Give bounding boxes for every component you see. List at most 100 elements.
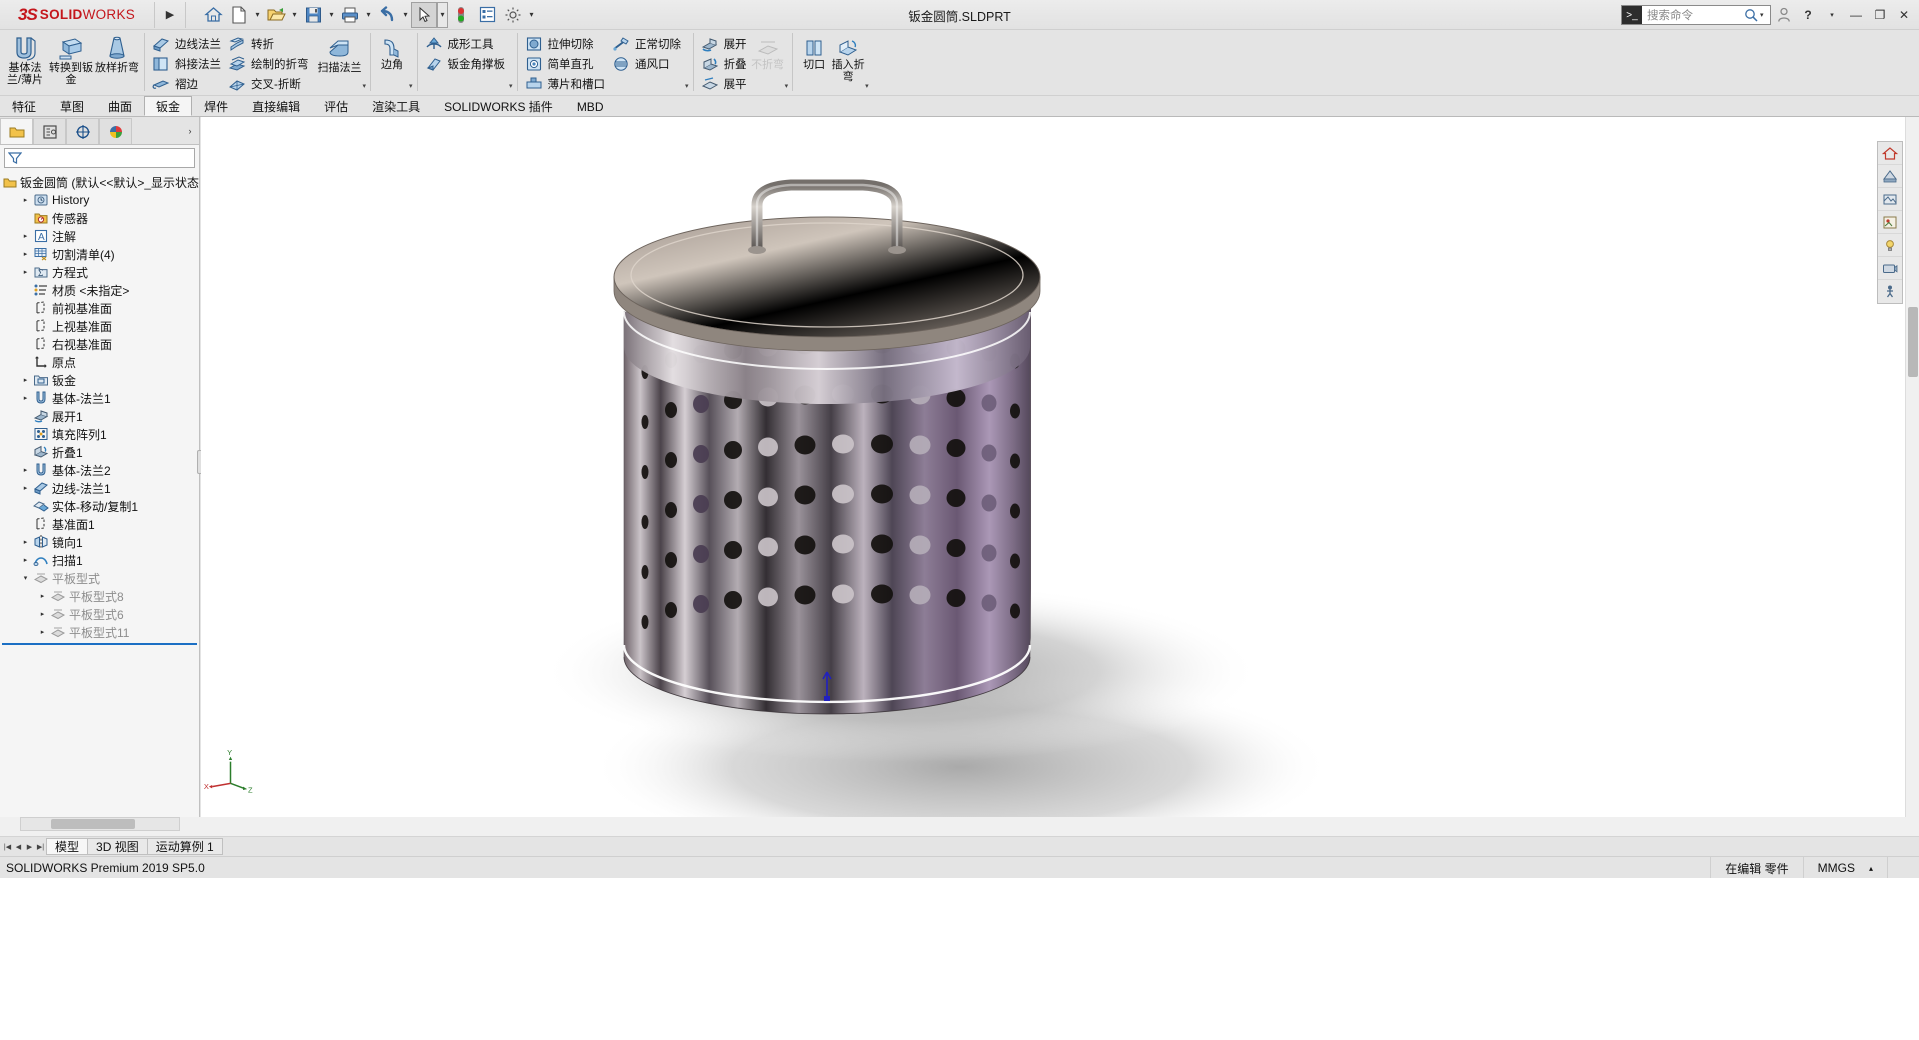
- viewport-vertical-scrollbar[interactable]: [1905, 117, 1919, 817]
- ribbon-group-overflow-icon[interactable]: ▾: [685, 82, 689, 90]
- walkthrough-icon[interactable]: [1878, 280, 1902, 303]
- ribbon-group-overflow-icon[interactable]: ▾: [865, 82, 869, 90]
- ribbon-button-forming-tool[interactable]: 成形工具: [422, 34, 510, 54]
- ribbon-button-hem[interactable]: 褶边: [149, 74, 225, 94]
- collapse-arrow-icon[interactable]: ▾: [19, 569, 32, 587]
- undo-icon[interactable]: [374, 2, 400, 28]
- ribbon-button-simple-hole[interactable]: 简单直孔: [522, 54, 610, 74]
- expand-arrow-icon[interactable]: ▸: [36, 587, 49, 605]
- rebuild-icon[interactable]: [448, 2, 474, 28]
- gear-dropdown[interactable]: ▾: [526, 2, 537, 28]
- configuration-manager-tab[interactable]: [66, 118, 99, 144]
- search-input[interactable]: 搜索命令: [1642, 7, 1742, 23]
- tab-solidworks-addins[interactable]: SOLIDWORKS 插件: [432, 96, 565, 116]
- feature-tree-item[interactable]: ▸平板型式11: [2, 623, 199, 641]
- ribbon-group-overflow-icon[interactable]: ▾: [785, 82, 789, 90]
- tab-nav-prev[interactable]: ◀: [13, 839, 24, 855]
- ribbon-button-vent[interactable]: 通风口: [609, 54, 685, 74]
- status-units-caret[interactable]: ▴: [1869, 864, 1873, 873]
- feature-manager-more-icon[interactable]: ›: [181, 118, 199, 144]
- feature-tree-item[interactable]: 传感器: [2, 209, 199, 227]
- feature-tree-item[interactable]: ▸切割清单(4): [2, 245, 199, 263]
- feature-tree-root-item[interactable]: 钣金圆筒 (默认<<默认>_显示状态 1>): [2, 173, 199, 191]
- help-dropdown-icon[interactable]: ▾: [1821, 2, 1843, 28]
- feature-tree-item[interactable]: ▸钣金: [2, 371, 199, 389]
- ribbon-group-overflow-icon[interactable]: ▾: [409, 82, 413, 90]
- doc-tab-model[interactable]: 模型: [46, 838, 88, 855]
- select-cursor-dropdown[interactable]: ▾: [437, 2, 448, 28]
- tab-direct-editing[interactable]: 直接编辑: [240, 96, 312, 116]
- ribbon-group-overflow-icon[interactable]: ▾: [509, 82, 513, 90]
- ribbon-button-jog[interactable]: 转折: [225, 34, 313, 54]
- tab-sheetmetal[interactable]: 钣金: [144, 96, 192, 116]
- tab-weldments[interactable]: 焊件: [192, 96, 240, 116]
- ribbon-button-flatten[interactable]: 展平: [698, 74, 751, 94]
- expand-arrow-icon[interactable]: ▸: [19, 533, 32, 551]
- appearance-icon[interactable]: [1878, 165, 1902, 188]
- ribbon-button-miter-flange[interactable]: 斜接法兰: [149, 54, 225, 74]
- feature-tree-item[interactable]: 原点: [2, 353, 199, 371]
- ribbon-button-cross-break[interactable]: 交叉-折断: [225, 74, 313, 94]
- feature-tree-item[interactable]: 右视基准面: [2, 335, 199, 353]
- search-icon[interactable]: [1742, 8, 1760, 22]
- ribbon-button-edge-flange[interactable]: 边线法兰: [149, 34, 225, 54]
- feature-tree-item[interactable]: ▸平板型式8: [2, 587, 199, 605]
- expand-arrow-icon[interactable]: ▸: [19, 191, 32, 209]
- scrollbar-thumb[interactable]: [51, 819, 135, 829]
- feature-tree-item[interactable]: 上视基准面: [2, 317, 199, 335]
- print-icon[interactable]: [337, 2, 363, 28]
- tab-surfaces[interactable]: 曲面: [96, 96, 144, 116]
- new-document-dropdown[interactable]: ▾: [252, 2, 263, 28]
- options-list-icon[interactable]: [474, 2, 500, 28]
- feature-manager-tab[interactable]: [0, 118, 33, 144]
- scene-icon[interactable]: [1878, 188, 1902, 211]
- tab-evaluate[interactable]: 评估: [312, 96, 360, 116]
- doc-tab-motion-study[interactable]: 运动算例 1: [147, 838, 223, 855]
- feature-tree-horizontal-scrollbar[interactable]: [20, 817, 180, 831]
- decal-icon[interactable]: [1878, 211, 1902, 234]
- feature-tree-item[interactable]: 展开1: [2, 407, 199, 425]
- expand-menu-arrow[interactable]: ▶: [159, 0, 181, 30]
- feature-tree-item[interactable]: 折叠1: [2, 443, 199, 461]
- scrollbar-thumb[interactable]: [1908, 307, 1918, 377]
- display-manager-tab[interactable]: [99, 118, 132, 144]
- feature-tree-item[interactable]: ▸扫描1: [2, 551, 199, 569]
- print-dropdown[interactable]: ▾: [363, 2, 374, 28]
- ribbon-group-overflow-icon[interactable]: ▾: [363, 82, 367, 90]
- feature-tree-item[interactable]: ▸History: [2, 191, 199, 209]
- maximize-button[interactable]: ❐: [1869, 2, 1891, 28]
- undo-dropdown[interactable]: ▾: [400, 2, 411, 28]
- home-icon[interactable]: [200, 2, 226, 28]
- feature-tree-item[interactable]: ▸Σ方程式: [2, 263, 199, 281]
- doc-tab-3dviews[interactable]: 3D 视图: [87, 838, 148, 855]
- expand-arrow-icon[interactable]: ▸: [19, 479, 32, 497]
- tab-nav-last[interactable]: ▶|: [35, 839, 46, 855]
- feature-tree-item[interactable]: ▸镜向1: [2, 533, 199, 551]
- select-cursor-icon[interactable]: [411, 2, 437, 28]
- feature-tree-item[interactable]: ▸平板型式6: [2, 605, 199, 623]
- ribbon-button-lofted-bend[interactable]: 放样折弯: [94, 32, 140, 94]
- expand-arrow-icon[interactable]: ▸: [36, 605, 49, 623]
- camera-icon[interactable]: [1878, 257, 1902, 280]
- feature-tree-item[interactable]: 填充阵列1: [2, 425, 199, 443]
- ribbon-button-rip[interactable]: 切口: [797, 32, 831, 94]
- ribbon-button-sketched-bend[interactable]: 绘制的折弯: [225, 54, 313, 74]
- ribbon-button-corner[interactable]: 边角: [375, 32, 409, 94]
- expand-arrow-icon[interactable]: ▸: [36, 623, 49, 641]
- search-dropdown-icon[interactable]: ▾: [1760, 11, 1770, 19]
- ribbon-button-extruded-cut[interactable]: 拉伸切除: [522, 34, 610, 54]
- expand-arrow-icon[interactable]: ▸: [19, 263, 32, 281]
- help-icon[interactable]: ?: [1797, 2, 1819, 28]
- minimize-button[interactable]: —: [1845, 2, 1867, 28]
- feature-tree-item[interactable]: ▸基体-法兰1: [2, 389, 199, 407]
- open-document-icon[interactable]: [263, 2, 289, 28]
- ribbon-button-sheetmetal-gusset[interactable]: 钣金角撑板: [422, 54, 510, 74]
- expand-arrow-icon[interactable]: ▸: [19, 551, 32, 569]
- close-button[interactable]: ✕: [1893, 2, 1915, 28]
- ribbon-button-swept-flange[interactable]: 扫描法兰: [317, 32, 363, 94]
- ribbon-button-tab-slot[interactable]: 薄片和槽口: [522, 74, 610, 94]
- ribbon-button-normal-cut[interactable]: 正常切除: [609, 34, 685, 54]
- ribbon-button-base-flange[interactable]: 基体法兰/薄片: [2, 32, 48, 94]
- gear-icon[interactable]: [500, 2, 526, 28]
- feature-tree-filter-input[interactable]: [4, 148, 195, 168]
